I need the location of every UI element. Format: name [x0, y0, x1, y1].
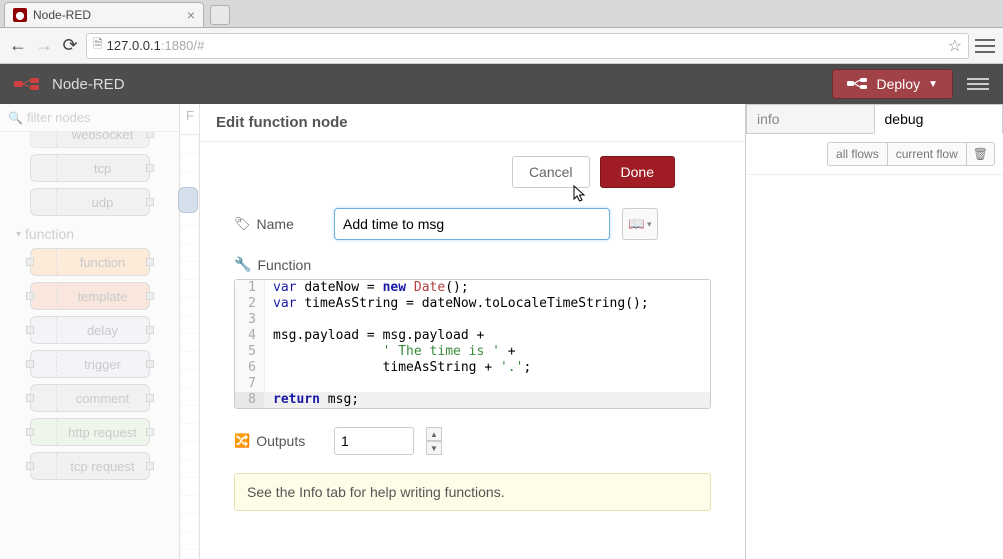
code-line[interactable]: 8return msg; [235, 392, 710, 408]
cancel-button[interactable]: Cancel [512, 156, 590, 188]
tab-info[interactable]: info [746, 104, 875, 134]
forward-icon: → [34, 36, 54, 56]
inject-node-stub[interactable] [178, 187, 198, 213]
current-flow-button[interactable]: current flow [888, 142, 967, 166]
function-label: Function [257, 257, 311, 273]
code-line[interactable]: 3 [235, 312, 710, 328]
trash-icon: 🗑 [973, 147, 988, 161]
app-title: Node-RED [52, 76, 125, 93]
palette-node-http-request[interactable]: http request [30, 418, 150, 446]
info-hint: See the Info tab for help writing functi… [234, 473, 711, 511]
palette-node-trigger[interactable]: trigger [30, 350, 150, 378]
palette-node-comment[interactable]: comment [30, 384, 150, 412]
all-flows-button[interactable]: all flows [827, 142, 888, 166]
book-icon: 📖 [628, 216, 645, 232]
browser-tab-title: Node-RED [33, 8, 91, 22]
edit-panel: Edit function node Cancel Done 🏷 Name 📖▾… [200, 104, 746, 559]
done-button[interactable]: Done [600, 156, 675, 188]
url-host: 127.0.0.1 [107, 38, 161, 53]
code-line[interactable]: 7 [235, 376, 710, 392]
browser-menu-icon[interactable] [975, 37, 995, 55]
workspace-canvas[interactable]: F [180, 104, 200, 559]
deploy-button[interactable]: Deploy ▼ [832, 69, 954, 99]
palette-node-template[interactable]: template [30, 282, 150, 310]
code-line[interactable]: 2var timeAsString = dateNow.toLocaleTime… [235, 296, 710, 312]
back-icon[interactable]: ← [8, 36, 28, 56]
category-function[interactable]: ▾function [16, 226, 163, 242]
bookmark-star-icon[interactable]: ☆ [948, 36, 962, 56]
name-input[interactable] [334, 208, 610, 240]
browser-tab[interactable]: ⬤ Node-RED × [4, 2, 204, 27]
address-bar[interactable]: 🗎 127.0.0.1:1880/# ☆ [86, 33, 969, 59]
reload-icon[interactable]: ⟳ [60, 36, 80, 56]
palette-node-tcp[interactable]: tcp [30, 154, 150, 182]
library-button[interactable]: 📖▾ [622, 208, 658, 240]
code-line[interactable]: 1var dateNow = new Date(); [235, 280, 710, 296]
outputs-up-button[interactable]: ▲ [426, 427, 442, 441]
workspace-tab[interactable]: F [186, 108, 194, 123]
search-icon: 🔍 [8, 111, 23, 125]
outputs-down-button[interactable]: ▼ [426, 441, 442, 455]
url-path: :1880/# [161, 38, 204, 53]
name-label: Name [257, 216, 294, 232]
palette-node-websocket[interactable]: websocket [30, 132, 150, 148]
code-line[interactable]: 4msg.payload = msg.payload + [235, 328, 710, 344]
shuffle-icon: 🔀 [234, 433, 250, 449]
close-tab-icon[interactable]: × [187, 7, 195, 23]
page-icon: 🗎 [93, 35, 103, 56]
filter-placeholder: filter nodes [27, 110, 91, 125]
tag-icon: 🏷 [234, 216, 251, 232]
app-menu-icon[interactable] [967, 76, 989, 92]
chevron-down-icon: ▾ [16, 229, 21, 240]
palette-node-udp[interactable]: udp [30, 188, 150, 216]
palette-panel: 🔍 filter nodes websockettcpudp▾functionf… [0, 104, 180, 559]
outputs-input[interactable] [334, 427, 414, 455]
code-line[interactable]: 5 ' The time is ' + [235, 344, 710, 360]
chevron-down-icon: ▾ [647, 219, 652, 230]
favicon-icon: ⬤ [13, 8, 27, 22]
palette-node-delay[interactable]: delay [30, 316, 150, 344]
deploy-label: Deploy [877, 76, 921, 92]
app-header: Node-RED Deploy ▼ [0, 64, 1003, 104]
wrench-icon: 🔧 [234, 256, 251, 273]
browser-toolbar: ← → ⟳ 🗎 127.0.0.1:1880/# ☆ [0, 28, 1003, 64]
code-line[interactable]: 6 timeAsString + '.'; [235, 360, 710, 376]
palette-node-tcp-request[interactable]: tcp request [30, 452, 150, 480]
code-editor[interactable]: 1var dateNow = new Date();2var timeAsStr… [234, 279, 711, 409]
sidebar-panel: info debug all flows current flow 🗑 [746, 104, 1003, 559]
new-tab-button[interactable] [210, 5, 230, 25]
editor-title: Edit function node [200, 104, 745, 142]
node-red-logo-icon [14, 77, 42, 91]
palette-node-function[interactable]: function [30, 248, 150, 276]
tab-debug[interactable]: debug [874, 104, 1003, 134]
browser-tab-strip: ⬤ Node-RED × [0, 0, 1003, 28]
outputs-label: Outputs [256, 433, 305, 449]
chevron-down-icon: ▼ [928, 79, 938, 90]
clear-debug-button[interactable]: 🗑 [967, 142, 995, 166]
filter-nodes-input[interactable]: 🔍 filter nodes [0, 104, 179, 132]
deploy-icon [847, 78, 869, 90]
